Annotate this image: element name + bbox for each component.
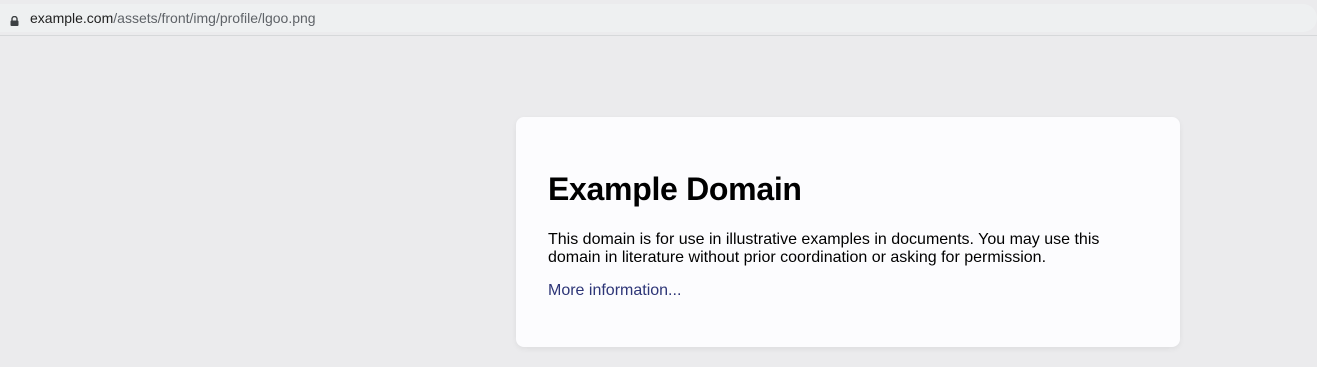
page-title: Example Domain (548, 171, 802, 207)
page-description: This domain is for use in illustrative e… (548, 231, 1100, 266)
url-path: /assets/front/img/profile/lgoo.png (113, 10, 316, 26)
lock-icon[interactable] (10, 13, 19, 26)
address-bar[interactable]: example.com/assets/front/img/profile/lgo… (0, 4, 1317, 32)
url-text[interactable]: example.com/assets/front/img/profile/lgo… (30, 4, 316, 32)
url-host: example.com (30, 10, 114, 26)
page-viewport: Example Domain This domain is for use in… (0, 36, 1317, 367)
more-information-link[interactable]: More information... (548, 282, 681, 300)
content-card: Example Domain This domain is for use in… (516, 117, 1180, 347)
